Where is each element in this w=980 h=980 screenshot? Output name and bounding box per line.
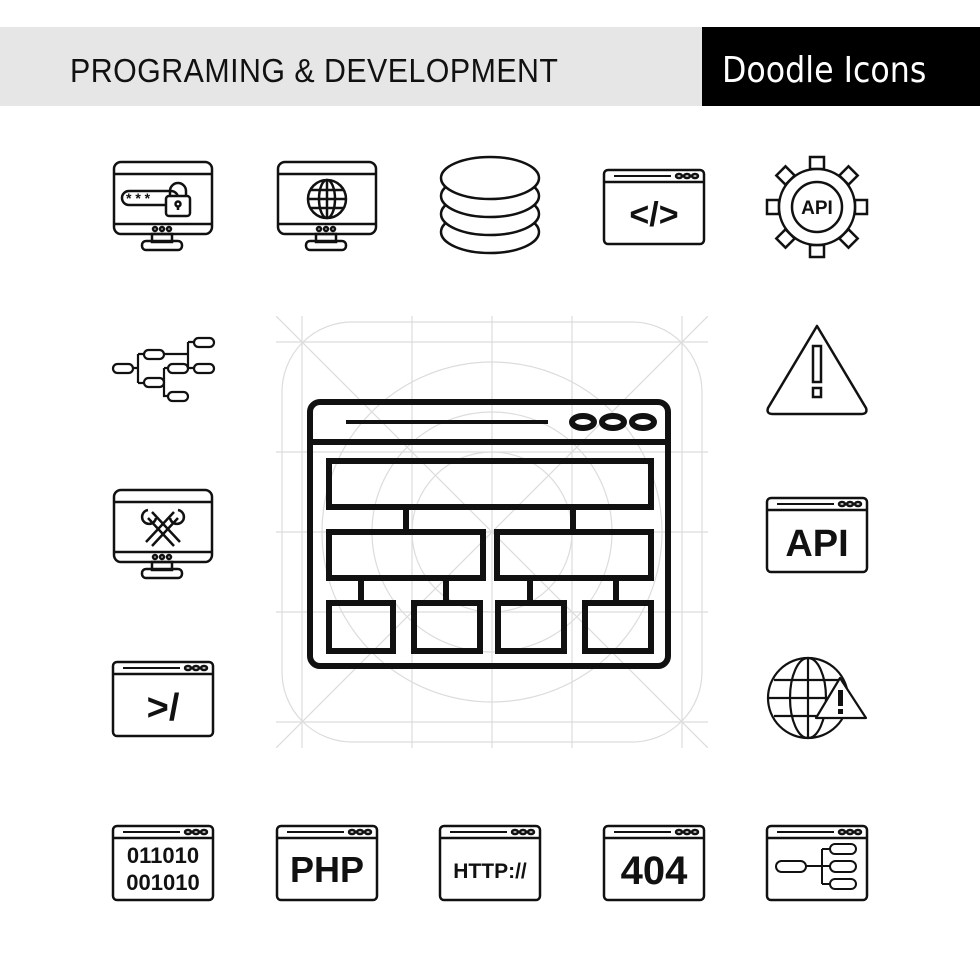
warning-icon — [762, 316, 872, 426]
password-monitor-icon: * * * — [108, 152, 218, 262]
php-label: PHP — [290, 849, 364, 890]
binary-window-icon: 011010 001010 — [108, 808, 218, 918]
globe-warning-icon — [762, 644, 872, 754]
hierarchy-icon — [108, 316, 218, 426]
http-window-icon: HTTP:// — [435, 808, 545, 918]
code-window-icon: </> — [599, 152, 709, 262]
error-404-label: 404 — [621, 849, 688, 893]
password-stars: * * * — [126, 190, 151, 206]
page-subtitle: Doodle Icons — [722, 50, 927, 91]
tools-monitor-icon — [108, 480, 218, 590]
terminal-window-icon: >/ — [108, 644, 218, 754]
page-title: PROGRAMING & DEVELOPMENT — [70, 52, 559, 89]
featured-sitemap-window-icon — [276, 316, 708, 748]
api-gear-icon: API — [762, 152, 872, 262]
web-monitor-icon — [272, 152, 382, 262]
php-window-icon: PHP — [272, 808, 382, 918]
api-window-label: API — [785, 523, 848, 565]
binary-line-2: 001010 — [126, 870, 199, 895]
binary-line-1: 011010 — [127, 843, 199, 868]
sitemap-window-icon — [762, 808, 872, 918]
api-gear-label: API — [801, 198, 833, 219]
terminal-prompt: >/ — [147, 687, 180, 729]
code-symbol: </> — [629, 196, 678, 234]
database-icon — [435, 152, 545, 262]
http-label: HTTP:// — [453, 860, 527, 883]
api-window-icon: API — [762, 480, 872, 590]
error-404-window-icon: 404 — [599, 808, 709, 918]
